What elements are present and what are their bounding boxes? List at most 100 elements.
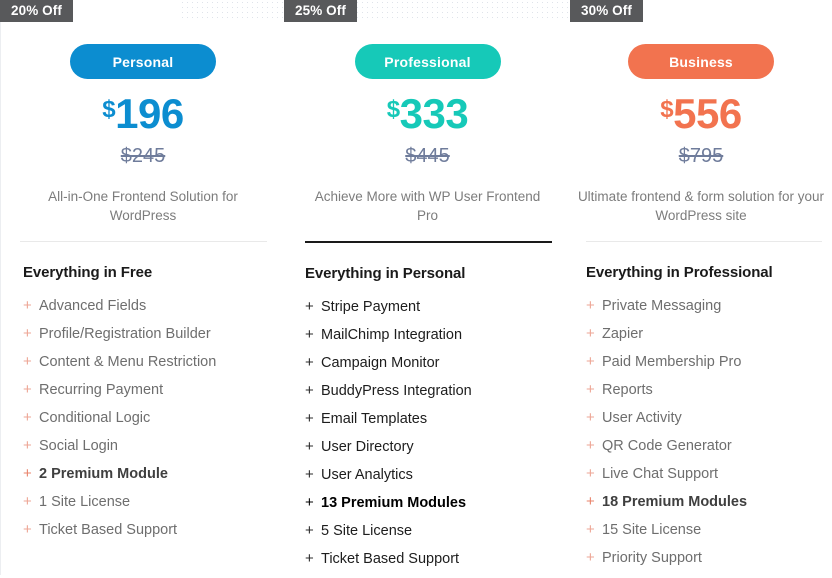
feature-label: User Activity <box>602 410 682 426</box>
feature-label: BuddyPress Integration <box>321 382 472 399</box>
feature-label: Advanced Fields <box>39 298 147 314</box>
feature-label: Campaign Monitor <box>321 354 440 371</box>
feature-item: +5 Site License <box>305 522 570 550</box>
feature-item: + Priority Support <box>586 549 832 577</box>
price-professional: $333 <box>285 93 570 135</box>
pricing-card-business: Business $556 $795 Ultimate frontend & f… <box>570 0 832 575</box>
feature-label: Ticket Based Support <box>39 522 178 538</box>
currency-symbol: $ <box>386 96 400 123</box>
feature-label: 5 Site License <box>321 522 413 539</box>
plus-icon: + <box>586 437 595 454</box>
feature-label: Priority Support <box>602 550 702 566</box>
feature-item: + Reports <box>586 381 832 409</box>
plus-icon: + <box>23 381 32 398</box>
feature-item: + User Directory <box>305 438 570 466</box>
feature-item: + Profile/Registration Builder <box>23 325 285 353</box>
feature-item: + Conditional Logic <box>23 409 285 437</box>
plan-subtitle-professional: Achieve More with WP User Frontend Pro <box>314 189 541 223</box>
feature-item: + Advanced Fields <box>23 297 285 325</box>
plus-icon: + <box>23 353 32 370</box>
feature-item: + Private Messaging <box>586 297 832 325</box>
feature-item: + Zapier <box>586 325 832 353</box>
plus-icon: + <box>305 353 314 371</box>
plus-icon: + <box>23 409 32 426</box>
discount-badge-professional: 25% Off <box>284 0 357 22</box>
feature-label: Stripe Payment <box>321 298 421 315</box>
price-amount: 333 <box>399 90 469 137</box>
feature-label: User Directory <box>321 438 414 455</box>
feature-item: + Email Templates <box>305 410 570 438</box>
feature-label: Social Login <box>39 438 118 454</box>
plus-icon: + <box>305 493 314 511</box>
plus-icon: + <box>586 549 595 566</box>
feature-label: Reports <box>602 382 653 398</box>
price-amount: 556 <box>673 90 742 137</box>
plan-name-button-business[interactable]: Business <box>628 44 774 79</box>
plus-icon: + <box>586 325 595 342</box>
plan-name-button-personal[interactable]: Personal <box>70 44 216 79</box>
feature-item: + Recurring Payment <box>23 381 285 409</box>
feature-label: 2 Premium Module <box>39 466 168 482</box>
feature-label: Email Templates <box>321 410 428 427</box>
feature-label: Zapier <box>602 326 644 342</box>
plus-icon: + <box>305 325 314 343</box>
plus-icon: + <box>23 325 32 342</box>
plus-icon: + <box>305 381 314 399</box>
feature-label: 1 Site License <box>39 494 131 510</box>
feature-label: Live Chat Support <box>602 466 719 482</box>
price-personal: $196 <box>1 93 285 135</box>
feature-item: + BuddyPress Integration <box>305 382 570 410</box>
pricing-table: Personal $196 $245 All-in-One Frontend S… <box>0 0 832 575</box>
feature-item: + Content & Menu Restriction <box>23 353 285 381</box>
feature-item: +2 Premium Module <box>23 465 285 493</box>
feature-label: MailChimp Integration <box>321 326 463 343</box>
currency-symbol: $ <box>660 96 674 123</box>
original-price-personal: $245 <box>120 145 166 167</box>
feature-item: + Social Login <box>23 437 285 465</box>
plan-name-button-professional[interactable]: Professional <box>354 44 501 79</box>
original-price-professional: $445 <box>405 145 450 167</box>
plan-subtitle-personal: All-in-One Frontend Solution for WordPre… <box>48 189 238 223</box>
pricing-card-professional: Professional $333 $445 Achieve More with… <box>285 0 570 575</box>
plus-icon: + <box>305 549 314 567</box>
feature-item: + Live Chat Support <box>586 465 832 493</box>
feature-item: + Stripe Payment <box>305 298 570 326</box>
feature-item: + User Activity <box>586 409 832 437</box>
features-heading-personal: Everything in Free <box>23 264 153 281</box>
plus-icon: + <box>586 353 595 370</box>
original-price-business: $795 <box>678 145 724 167</box>
plus-icon: + <box>586 493 595 510</box>
feature-item: + Ticket Based Support <box>305 550 570 578</box>
plus-icon: + <box>305 297 314 315</box>
feature-item: +15 Site License <box>586 521 832 549</box>
feature-label: Paid Membership Pro <box>602 354 742 370</box>
feature-item: + User Analytics <box>305 466 570 494</box>
feature-label: 15 Site License <box>602 522 702 538</box>
feature-label: Recurring Payment <box>39 382 164 398</box>
plus-icon: + <box>586 465 595 482</box>
plus-icon: + <box>23 465 32 482</box>
feature-item: + MailChimp Integration <box>305 326 570 354</box>
plus-icon: + <box>305 409 314 427</box>
plus-icon: + <box>586 409 595 426</box>
plus-icon: + <box>586 521 595 538</box>
feature-label: Private Messaging <box>602 298 722 314</box>
plus-icon: + <box>23 493 32 510</box>
plus-icon: + <box>305 521 314 539</box>
pricing-card-personal: Personal $196 $245 All-in-One Frontend S… <box>0 0 285 575</box>
feature-item: + Paid Membership Pro <box>586 353 832 381</box>
feature-label: 13 Premium Modules <box>321 494 467 511</box>
feature-item: + QR Code Generator <box>586 437 832 465</box>
feature-item: +13 Premium Modules <box>305 494 570 522</box>
feature-list-business: + Private Messaging + Zapier + Paid Membershi… <box>586 297 832 577</box>
features-heading-business: Everything in Professional <box>586 264 773 281</box>
feature-item: +18 Premium Modules <box>586 493 832 521</box>
feature-label: Conditional Logic <box>39 410 151 426</box>
feature-item: + Ticket Based Support <box>23 521 285 549</box>
discount-badge-business: 30% Off <box>570 0 643 22</box>
plus-icon: + <box>23 521 32 538</box>
currency-symbol: $ <box>102 96 116 123</box>
feature-list-professional: + Stripe Payment + MailChimp Integration + Ca… <box>305 298 570 578</box>
feature-label: Profile/Registration Builder <box>39 326 211 342</box>
price-amount: 196 <box>115 90 184 137</box>
